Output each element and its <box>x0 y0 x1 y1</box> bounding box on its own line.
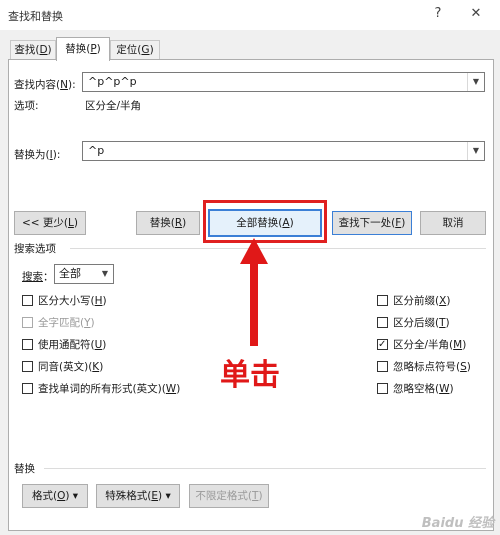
all-word-forms-checkbox[interactable]: 查找单词的所有形式(英文)(W) <box>22 381 180 397</box>
checkbox-icon <box>22 317 33 328</box>
chevron-down-icon[interactable]: ▼ <box>467 142 484 160</box>
find-next-button[interactable]: 查找下一处(F) <box>332 211 412 235</box>
checkbox-icon[interactable] <box>22 383 33 394</box>
cancel-button[interactable]: 取消 <box>420 211 486 235</box>
match-prefix-checkbox[interactable]: 区分前缀(X) <box>377 293 450 309</box>
tab-find[interactable]: 查找(D) <box>10 40 56 60</box>
checkbox-icon[interactable] <box>377 317 388 328</box>
search-direction-select[interactable]: 全部 ▼ <box>54 264 114 284</box>
options-value: 区分全/半角 <box>85 100 142 112</box>
replace-input[interactable]: ^p ▼ <box>82 141 485 161</box>
replace-input-value: ^p <box>88 144 105 157</box>
chevron-down-icon[interactable]: ▼ <box>97 265 113 283</box>
chevron-down-icon[interactable]: ▼ <box>467 73 484 91</box>
help-button[interactable]: ? <box>428 6 448 21</box>
match-suffix-checkbox[interactable]: 区分后缀(T) <box>377 315 450 331</box>
ignore-punctuation-checkbox[interactable]: 忽略标点符号(S) <box>377 359 471 375</box>
find-input[interactable]: ^p^p^p ▼ <box>82 72 485 92</box>
title-bar <box>0 0 500 30</box>
checkbox-icon[interactable] <box>377 295 388 306</box>
checkbox-icon[interactable] <box>377 383 388 394</box>
checkbox-icon[interactable] <box>22 361 33 372</box>
tab-replace[interactable]: 替换(P) <box>56 37 110 61</box>
close-button[interactable]: ✕ <box>466 6 486 21</box>
search-label: 搜索： <box>22 271 54 283</box>
checkbox-icon[interactable] <box>22 295 33 306</box>
divider <box>70 248 486 249</box>
sounds-like-checkbox[interactable]: 同音(英文)(K) <box>22 359 103 375</box>
special-format-button[interactable]: 特殊格式(E) ▾ <box>96 484 180 508</box>
ignore-whitespace-checkbox[interactable]: 忽略空格(W) <box>377 381 454 397</box>
divider <box>44 468 486 469</box>
options-label: 选项: <box>14 100 39 112</box>
wildcards-checkbox[interactable]: 使用通配符(U) <box>22 337 106 353</box>
checkmark-icon[interactable] <box>377 337 388 353</box>
search-options-heading: 搜索选项 <box>14 243 56 255</box>
arrow-up-icon <box>240 238 268 346</box>
replace-label: 替换为(I): <box>14 149 61 161</box>
find-label: 查找内容(N): <box>14 79 76 91</box>
checkbox-icon[interactable] <box>377 361 388 372</box>
replace-section-heading: 替换 <box>14 463 35 475</box>
search-direction-value: 全部 <box>59 267 81 280</box>
format-button[interactable]: 格式(O) ▾ <box>22 484 88 508</box>
match-case-checkbox[interactable]: 区分大小写(H) <box>22 293 107 309</box>
find-input-value: ^p^p^p <box>88 75 137 88</box>
window-title: 查找和替换 <box>8 10 63 23</box>
whole-word-checkbox: 全字匹配(Y) <box>22 315 95 331</box>
no-formatting-button: 不限定格式(T) <box>189 484 269 508</box>
less-button[interactable]: << 更少(L) <box>14 211 86 235</box>
checkbox-icon[interactable] <box>22 339 33 350</box>
replace-button[interactable]: 替换(R) <box>136 211 200 235</box>
watermark: Baidu 经验 <box>421 516 494 531</box>
tab-goto[interactable]: 定位(G) <box>110 40 160 60</box>
click-annotation: 单击 <box>220 358 280 393</box>
match-width-checkbox[interactable]: 区分全/半角(M) <box>377 337 466 353</box>
